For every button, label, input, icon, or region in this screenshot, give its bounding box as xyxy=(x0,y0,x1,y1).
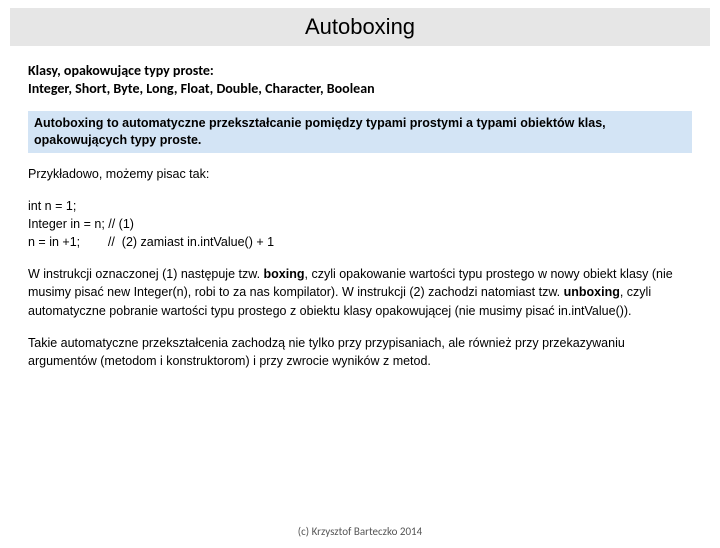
text-fragment: W instrukcji oznaczonej (1) następuje tz… xyxy=(28,267,264,281)
content-area: Klasy, opakowujące typy proste: Integer,… xyxy=(0,46,720,370)
highlight-box: Autoboxing to automatyczne przekształcan… xyxy=(28,111,692,153)
highlight-text: Autoboxing to automatyczne przekształcan… xyxy=(34,115,686,149)
paragraph-boxing-explain: W instrukcji oznaczonej (1) następuje tz… xyxy=(28,265,692,319)
code-block: int n = 1; Integer in = n; // (1) n = in… xyxy=(28,197,692,251)
intro-block: Klasy, opakowujące typy proste: Integer,… xyxy=(28,62,692,97)
paragraph-conversions: Takie automatyczne przekształcenia zacho… xyxy=(28,334,692,370)
paragraph-example-intro: Przykładowo, możemy pisac tak: xyxy=(28,165,692,183)
term-unboxing: unboxing xyxy=(564,285,620,299)
footer-copyright: (c) Krzysztof Barteczko 2014 xyxy=(0,525,720,538)
intro-line-2: Integer, Short, Byte, Long, Float, Doubl… xyxy=(28,80,375,97)
term-boxing: boxing xyxy=(264,267,305,281)
page-title: Autoboxing xyxy=(10,14,710,40)
intro-line-1: Klasy, opakowujące typy proste: xyxy=(28,62,214,79)
title-bar: Autoboxing xyxy=(10,8,710,46)
